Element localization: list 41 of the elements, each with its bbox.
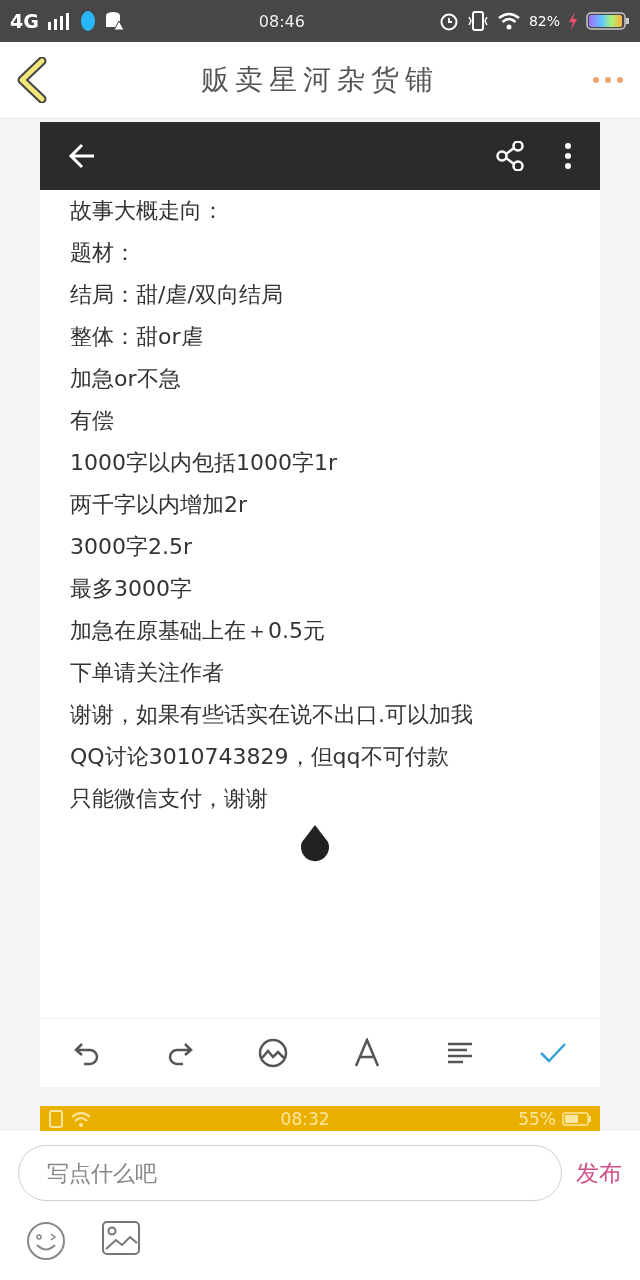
database-icon: [104, 11, 125, 31]
battery-icon: [562, 1111, 592, 1127]
clock-time: 08:46: [257, 11, 306, 31]
network-label: 4G: [10, 10, 39, 32]
comment-field[interactable]: 写点什么吧: [18, 1145, 562, 1201]
text-line: 3000字2.5r: [70, 533, 193, 561]
text-line: 最多3000字: [70, 575, 192, 603]
share-icon[interactable]: [496, 141, 524, 171]
wifi-icon: [70, 1111, 92, 1127]
wifi-icon: [496, 12, 521, 30]
text-line: 加急在原基础上在＋0.5元: [70, 617, 325, 645]
battery-icon: [586, 11, 630, 31]
text-line: 整体：甜or虐: [70, 323, 203, 351]
battery-percent: 55%: [518, 1109, 556, 1129]
charging-icon: [568, 12, 578, 30]
back-icon[interactable]: [16, 57, 48, 103]
text-line: 题材：: [70, 239, 136, 267]
more-vertical-icon[interactable]: [564, 143, 572, 169]
signal-icon: [46, 12, 71, 30]
text-line: 结局：甜/虐/双向结局: [70, 281, 283, 309]
text-line: 1000字以内包括1000字1r: [70, 449, 338, 477]
clock-time: 08:32: [279, 1109, 331, 1129]
vibrate-icon: [466, 11, 489, 31]
text-line: 加急or不急: [70, 365, 181, 393]
text-line: 谢谢，如果有些话实在说不出口.可以加我: [70, 701, 473, 729]
text-line: 只能微信支付，谢谢: [70, 785, 268, 813]
image-icon[interactable]: [258, 1038, 289, 1068]
back-arrow-icon[interactable]: [68, 143, 96, 169]
image-icon[interactable]: [102, 1221, 140, 1255]
cursor-handle-icon: [299, 824, 331, 864]
text-line: QQ讨论3010743829，但qq不可付款: [70, 743, 449, 771]
text-line: 下单请关注作者: [70, 659, 224, 687]
text-line: 有偿: [70, 407, 114, 435]
battery-percent: 82%: [528, 13, 560, 29]
emoji-icon[interactable]: [26, 1221, 66, 1261]
text-line: 故事大概走向：: [70, 197, 224, 225]
alarm-icon: [438, 11, 459, 31]
publish-button[interactable]: 发布: [576, 1157, 622, 1189]
text-line: 两千字以内增加2r: [70, 491, 248, 519]
page-title: 贩卖星河杂货铺: [200, 62, 440, 98]
sim-icon: [48, 1110, 64, 1128]
